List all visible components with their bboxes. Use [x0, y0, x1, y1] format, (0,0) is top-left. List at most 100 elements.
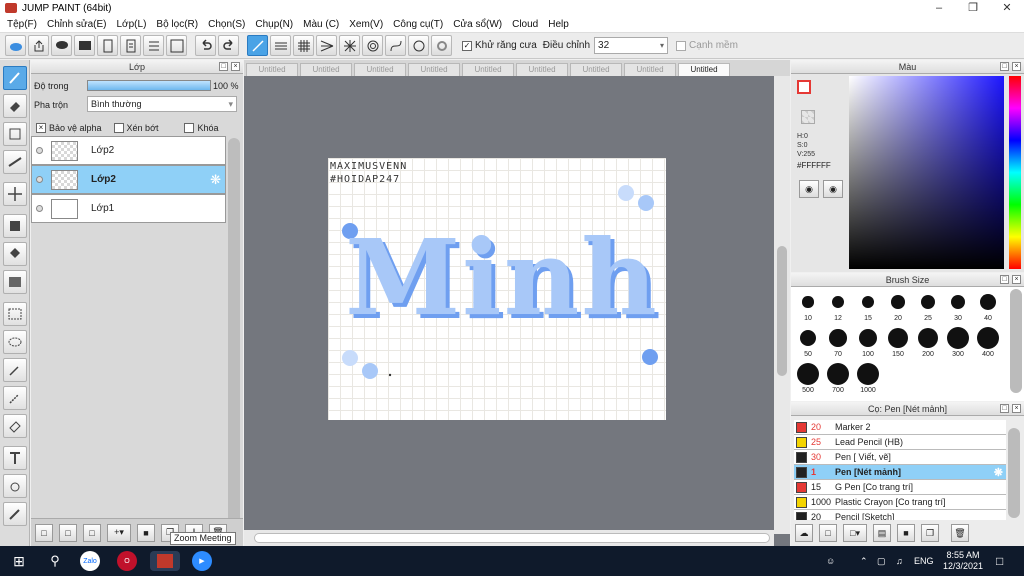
- clip-checkbox[interactable]: [113, 123, 124, 133]
- new-brush-button[interactable]: □: [819, 524, 837, 542]
- minimize-button[interactable]: –: [922, 0, 956, 16]
- close-button[interactable]: ✕: [990, 0, 1024, 16]
- brush-item[interactable]: 30 Pen [ Viết, vẽ]: [794, 450, 1006, 465]
- panel-float-button[interactable]: □: [1000, 275, 1009, 284]
- soft-edge-checkbox[interactable]: [676, 40, 687, 51]
- menu-file[interactable]: Tệp(F): [4, 19, 44, 30]
- brush-list-scrollbar[interactable]: [1008, 428, 1020, 518]
- volume-icon[interactable]: ♫: [896, 546, 903, 576]
- comment-button[interactable]: [51, 35, 72, 56]
- brush-size-option[interactable]: 25: [915, 291, 941, 322]
- brush-size-option[interactable]: 15: [855, 291, 881, 322]
- document-tab[interactable]: Untitled: [408, 63, 460, 76]
- brush-size-option[interactable]: 200: [915, 327, 941, 358]
- layer-item[interactable]: Lớp1: [31, 194, 226, 223]
- brush-size-option[interactable]: 12: [825, 291, 851, 322]
- menu-filter[interactable]: Bộ lọc(R): [153, 19, 205, 30]
- layer-item-selected[interactable]: Lớp2 ❋: [31, 165, 226, 194]
- layer-item[interactable]: Lớp2: [31, 136, 226, 165]
- brush-item[interactable]: 15 G Pen [Co trang trí]: [794, 480, 1006, 495]
- antialias-checkbox[interactable]: ✓: [462, 40, 472, 51]
- document-tab[interactable]: Untitled: [624, 63, 676, 76]
- brush-settings-button[interactable]: ▤: [873, 524, 891, 542]
- no-snap-button[interactable]: [247, 35, 268, 56]
- saturation-value-picker[interactable]: [849, 76, 1004, 269]
- brush-size-option[interactable]: 400: [975, 327, 1001, 358]
- protect-alpha-checkbox[interactable]: ×: [36, 123, 46, 133]
- document-tab[interactable]: Untitled: [354, 63, 406, 76]
- curve-snap-button[interactable]: [385, 35, 406, 56]
- menu-help[interactable]: Help: [545, 19, 576, 30]
- document-tab[interactable]: Untitled: [462, 63, 514, 76]
- crisscross-snap-button[interactable]: [293, 35, 314, 56]
- gear-icon[interactable]: ❋: [210, 172, 221, 188]
- list-button[interactable]: [143, 35, 164, 56]
- undo-button[interactable]: [195, 35, 216, 56]
- new-8bit-layer-button[interactable]: □: [83, 523, 101, 542]
- jump-paint-taskbar-icon[interactable]: [150, 551, 180, 571]
- grid-edit-button[interactable]: [166, 35, 187, 56]
- blend-mode-select[interactable]: Bình thường ▾: [87, 96, 237, 112]
- brush-item-selected[interactable]: 1 Pen [Nét mảnh] ❋: [794, 465, 1006, 480]
- menu-window[interactable]: Cửa sổ(W): [450, 19, 509, 30]
- menu-cloud[interactable]: Cloud: [509, 19, 545, 30]
- message-button[interactable]: [74, 35, 95, 56]
- menu-color[interactable]: Màu (C): [300, 19, 346, 30]
- panel-float-button[interactable]: □: [1000, 404, 1009, 413]
- canvas-horizontal-scrollbar[interactable]: [244, 530, 774, 546]
- brush-size-option[interactable]: 40: [975, 291, 1001, 322]
- brush-size-option[interactable]: 50: [795, 327, 821, 358]
- brush-panel-scrollbar[interactable]: [1010, 289, 1022, 393]
- panel-close-button[interactable]: ×: [231, 62, 240, 71]
- radial-snap-button[interactable]: [339, 35, 360, 56]
- chevron-up-icon[interactable]: ⌃: [860, 546, 868, 576]
- document-tab[interactable]: Untitled: [300, 63, 352, 76]
- snap-settings-button[interactable]: [431, 35, 452, 56]
- delete-brush-button[interactable]: 🗑: [951, 524, 969, 542]
- zalo-taskbar-icon[interactable]: Zalo: [80, 551, 100, 571]
- parallel-snap-button[interactable]: [270, 35, 291, 56]
- brush-menu-button[interactable]: □▾: [843, 524, 867, 542]
- shape-tool[interactable]: [3, 122, 27, 146]
- lock-checkbox[interactable]: [184, 123, 195, 133]
- gear-icon[interactable]: ❋: [994, 466, 1003, 479]
- redo-button[interactable]: [218, 35, 239, 56]
- drawing-canvas[interactable]: MAXIMUSVENN #HOIDAP247 Minh: [328, 158, 666, 420]
- fill-rect-tool[interactable]: [3, 214, 27, 238]
- visibility-icon[interactable]: [36, 205, 43, 212]
- menu-select[interactable]: Chọn(S): [205, 19, 252, 30]
- brush-size-option[interactable]: 30: [945, 291, 971, 322]
- hue-slider[interactable]: [1009, 76, 1021, 269]
- panel-close-button[interactable]: ×: [1012, 404, 1021, 413]
- vanishing-point-button[interactable]: [316, 35, 337, 56]
- brush-item[interactable]: 20 Marker 2: [794, 420, 1006, 435]
- pen-tool[interactable]: [3, 66, 27, 90]
- gradient-tool[interactable]: [3, 270, 27, 294]
- brush-size-option[interactable]: 700: [825, 363, 851, 394]
- brush-size-option[interactable]: 1000: [855, 363, 881, 394]
- circle-snap-button[interactable]: [362, 35, 383, 56]
- export-button[interactable]: [28, 35, 49, 56]
- brush-item[interactable]: 1000 Plastic Crayon [Co trang trí]: [794, 495, 1006, 510]
- menu-layer[interactable]: Lớp(L): [114, 19, 154, 30]
- magic-wand-tool[interactable]: [3, 358, 27, 382]
- eyedropper-tool[interactable]: [3, 502, 27, 526]
- cloud-sync-button[interactable]: [5, 35, 26, 56]
- panel-close-button[interactable]: ×: [1012, 275, 1021, 284]
- network-icon[interactable]: ▢: [877, 546, 886, 576]
- search-button[interactable]: ⚲: [44, 551, 66, 571]
- add-layer-menu-button[interactable]: +▾: [107, 523, 131, 542]
- language-indicator[interactable]: ENG: [914, 546, 934, 576]
- people-icon[interactable]: ☺: [826, 546, 835, 576]
- panel-close-button[interactable]: ×: [1012, 62, 1021, 71]
- new-folder-button[interactable]: ■: [137, 523, 155, 542]
- eraser-tool[interactable]: [3, 94, 27, 118]
- palette-button[interactable]: ◉: [799, 180, 819, 198]
- document-button[interactable]: [120, 35, 141, 56]
- brush-size-option[interactable]: 100: [855, 327, 881, 358]
- menu-view[interactable]: Xem(V): [346, 19, 390, 30]
- clock-time[interactable]: 8:55 AM: [943, 550, 983, 561]
- opacity-slider[interactable]: [87, 80, 211, 91]
- page-button[interactable]: [97, 35, 118, 56]
- brush-folder-button[interactable]: ■: [897, 524, 915, 542]
